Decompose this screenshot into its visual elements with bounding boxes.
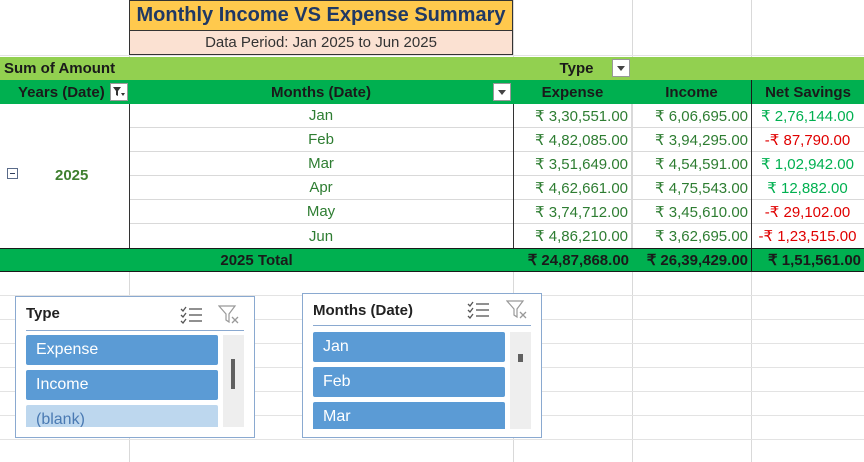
net-savings-cell: ₹ 2,76,144.00 — [751, 104, 864, 128]
months-slicer-title: Months (Date) — [313, 302, 413, 319]
expense-cell: ₹ 3,51,649.00 — [513, 152, 632, 176]
months-slicer[interactable]: Months (Date) Jan Feb Mar — [302, 293, 542, 438]
expense-cell: ₹ 4,82,085.00 — [513, 128, 632, 152]
income-cell: ₹ 3,62,695.00 — [655, 228, 748, 245]
multi-select-icon[interactable] — [180, 306, 204, 324]
scrollbar-thumb[interactable] — [518, 354, 523, 362]
slicer-divider — [313, 325, 531, 326]
month-cell: Mar — [129, 152, 513, 176]
slicer-item-feb[interactable]: Feb — [313, 367, 505, 397]
pivot-header-filler — [129, 57, 513, 80]
income-cell: ₹ 3,45,610.00 — [632, 200, 751, 224]
year-label: 2025 — [55, 167, 89, 184]
pivot-corner-label: Sum of Amount — [0, 57, 129, 80]
slicer-item-jan[interactable]: Jan — [313, 332, 505, 362]
months-slicer-items: Jan Feb Mar — [313, 332, 505, 429]
data-period: Data Period: Jan 2025 to Jun 2025 — [129, 31, 513, 55]
collapse-button[interactable] — [7, 168, 18, 179]
month-cell: Jun — [308, 227, 334, 245]
months-dropdown-button[interactable] — [493, 83, 511, 101]
year-group-cell: 2025 — [0, 104, 129, 248]
multi-select-icon[interactable] — [467, 301, 491, 319]
slicer-item-blank[interactable]: (blank) — [26, 405, 218, 427]
type-slicer-items: Expense Income (blank) — [26, 335, 218, 427]
type-field-text: Type — [559, 60, 594, 77]
clear-filter-icon[interactable] — [506, 300, 528, 320]
type-slicer-title: Type — [26, 305, 60, 322]
divider — [751, 104, 752, 248]
pivot-header-filler-3 — [751, 57, 864, 80]
net-savings-cell: ₹ 1,02,942.00 — [751, 152, 864, 176]
net-savings-cell: ₹ 12,882.00 — [751, 176, 864, 200]
slicer-item-income[interactable]: Income — [26, 370, 218, 400]
income-cell: ₹ 4,54,591.00 — [632, 152, 751, 176]
years-header-text: Years (Date) — [18, 83, 105, 101]
divider — [513, 104, 514, 248]
type-slicer-scrollbar[interactable] — [223, 335, 244, 427]
expense-cell: ₹ 4,62,661.00 — [513, 176, 632, 200]
expense-cell: ₹ 4,86,210.00 — [513, 224, 632, 248]
total-label: 2025 Total — [220, 251, 293, 269]
expense-column-header: Expense — [513, 80, 632, 104]
months-column-header: Months (Date) — [129, 80, 513, 104]
divider — [129, 104, 130, 248]
slicer-divider — [26, 330, 244, 331]
net-savings-cell: -₹ 87,790.00 — [751, 128, 864, 152]
filter-applied-icon — [113, 87, 125, 96]
dropdown-arrow-icon — [498, 89, 506, 95]
income-cell: ₹ 4,75,543.00 — [632, 176, 751, 200]
pivot-header-filler-2 — [632, 57, 751, 80]
type-slicer[interactable]: Type Expense Income (blank) — [15, 296, 255, 438]
report-title: Monthly Income VS Expense Summary — [129, 0, 513, 31]
months-slicer-scrollbar[interactable] — [510, 332, 531, 429]
minus-icon — [10, 173, 15, 174]
net-savings-cell: -₹ 29,102.00 — [751, 200, 864, 224]
month-cell: Jan — [129, 104, 513, 128]
expense-cell: ₹ 3,74,712.00 — [513, 200, 632, 224]
scrollbar-thumb[interactable] — [231, 359, 235, 389]
income-cell: ₹ 3,94,295.00 — [632, 128, 751, 152]
slicer-item-mar[interactable]: Mar — [313, 402, 505, 429]
expense-cell: ₹ 3,30,551.00 — [513, 104, 632, 128]
income-column-header: Income — [632, 80, 751, 104]
month-cell: May — [129, 200, 513, 224]
slicer-item-expense[interactable]: Expense — [26, 335, 218, 365]
total-income: ₹ 26,39,429.00 — [646, 252, 748, 269]
month-cell: Feb — [129, 128, 513, 152]
clear-filter-icon[interactable] — [218, 305, 240, 325]
total-expense: ₹ 24,87,868.00 — [527, 252, 629, 269]
net-savings-cell: -₹ 1,23,515.00 — [758, 228, 857, 245]
months-header-text: Months (Date) — [271, 83, 371, 101]
dropdown-arrow-icon — [617, 65, 625, 71]
type-dropdown-button[interactable] — [612, 59, 630, 77]
net-savings-column-header: Net Savings — [751, 80, 864, 104]
month-cell: Apr — [129, 176, 513, 200]
total-net-savings: ₹ 1,51,561.00 — [751, 248, 864, 272]
income-cell: ₹ 6,06,695.00 — [632, 104, 751, 128]
years-filter-button[interactable] — [110, 83, 128, 101]
